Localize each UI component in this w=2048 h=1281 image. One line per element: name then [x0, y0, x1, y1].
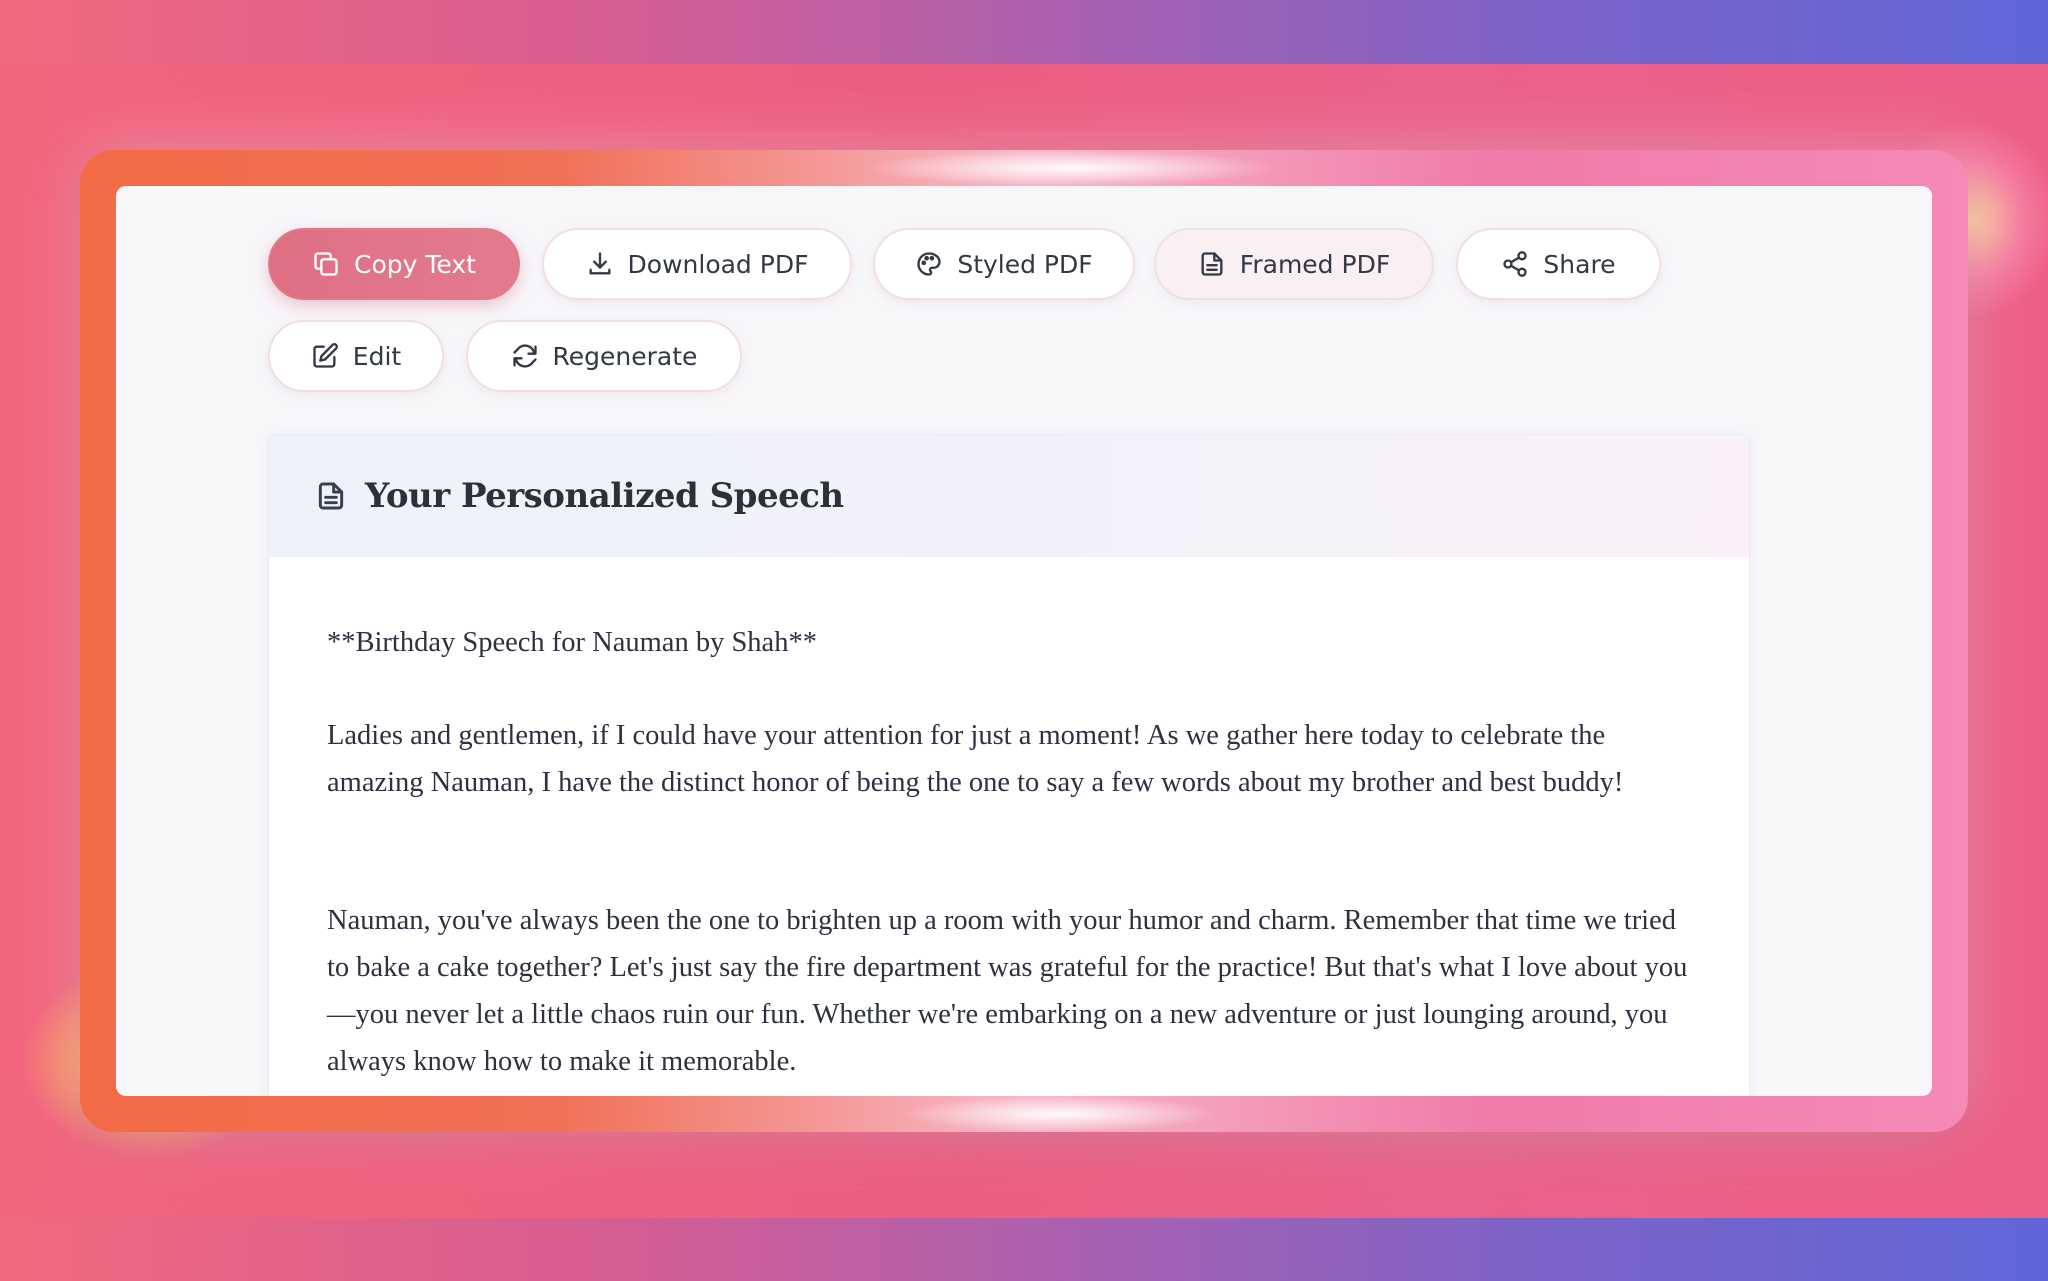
speech-card: Your Personalized Speech **Birthday Spee…: [268, 434, 1750, 1096]
frame-glint: [900, 1096, 1220, 1132]
share-button[interactable]: Share: [1456, 228, 1661, 300]
copy-text-button[interactable]: Copy Text: [268, 228, 520, 300]
document-icon: [318, 482, 344, 510]
edit-label: Edit: [352, 341, 402, 371]
copy-text-label: Copy Text: [354, 249, 476, 279]
styled-pdf-label: Styled PDF: [957, 249, 1093, 279]
regenerate-label: Regenerate: [552, 341, 698, 371]
frame-glint: [860, 150, 1280, 186]
palette-icon: [917, 252, 941, 276]
speech-paragraph: Nauman, you've always been the one to br…: [327, 905, 1688, 1077]
download-icon: [589, 252, 611, 275]
framed-pdf-label: Framed PDF: [1239, 249, 1391, 279]
refresh-icon: [512, 344, 537, 368]
edit-icon: [313, 343, 338, 368]
framed-pdf-button[interactable]: Framed PDF: [1154, 228, 1434, 300]
edit-button[interactable]: Edit: [268, 320, 444, 392]
share-icon: [1503, 251, 1528, 277]
share-label: Share: [1543, 249, 1616, 279]
regenerate-button[interactable]: Regenerate: [466, 320, 742, 392]
background-band-top: [0, 0, 2048, 64]
speech-title: Your Personalized Speech: [365, 476, 844, 516]
main-panel: Copy Text Download PDF Styled PDF Framed…: [116, 186, 1932, 1096]
speech-paragraph: Ladies and gentlemen, if I could have yo…: [327, 720, 1624, 798]
copy-icon: [314, 252, 338, 276]
styled-pdf-button[interactable]: Styled PDF: [873, 228, 1135, 300]
download-pdf-button[interactable]: Download PDF: [542, 228, 852, 300]
speech-card-header: Your Personalized Speech: [269, 435, 1749, 557]
download-pdf-label: Download PDF: [627, 249, 809, 279]
background-band-bottom: [0, 1218, 2048, 1281]
document-icon: [1201, 252, 1223, 276]
speech-paragraph: **Birthday Speech for Nauman by Shah**: [327, 627, 817, 658]
